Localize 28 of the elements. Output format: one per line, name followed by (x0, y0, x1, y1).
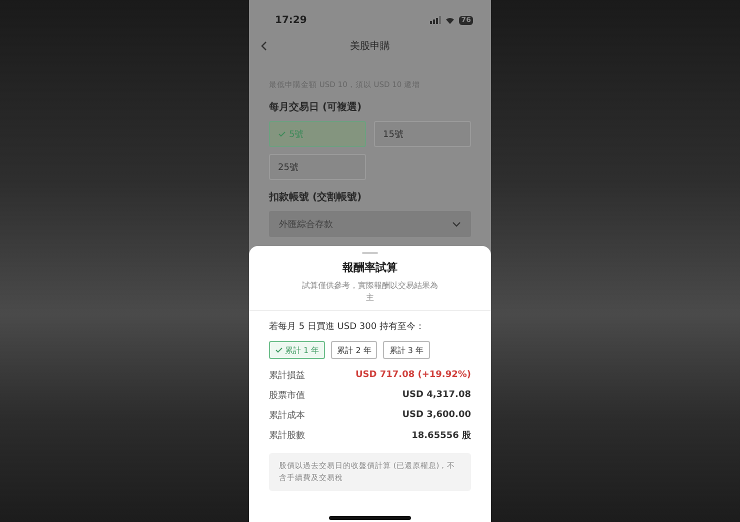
check-icon (275, 347, 283, 353)
result-label: 累計股數 (269, 430, 305, 442)
result-value: USD 717.08 (+19.92%) (355, 370, 471, 380)
status-time: 17:29 (275, 14, 307, 26)
result-value: USD 3,600.00 (402, 410, 471, 420)
trade-day-label: 每月交易日 (可複選) (269, 100, 363, 114)
wifi-icon (445, 16, 456, 24)
result-label: 股票市值 (269, 390, 305, 402)
result-label: 累計成本 (269, 410, 305, 422)
signal-icon (430, 16, 442, 24)
sheet-handle[interactable] (362, 252, 378, 254)
sheet-subtitle: 試算僅供參考，實際報酬以交易結果為主 (301, 280, 439, 304)
scenario-text: 若每月 5 日買進 USD 300 持有至今： (269, 320, 426, 333)
period-tab[interactable]: 累計 1 年 (269, 341, 326, 359)
result-label: 累計損益 (269, 370, 305, 382)
period-tab[interactable]: 累計 2 年 (331, 341, 378, 359)
check-icon (278, 131, 286, 137)
account-label: 扣款帳號 (交割帳號) (269, 190, 363, 204)
result-value: 18.65556 股 (412, 430, 471, 442)
back-icon[interactable] (261, 41, 267, 51)
day-option[interactable]: 15號 (374, 121, 471, 147)
page-title: 美股申購 (350, 40, 390, 53)
sheet-title: 報酬率試算 (342, 260, 398, 275)
period-tab[interactable]: 累計 3 年 (383, 341, 430, 359)
chevron-down-icon (452, 222, 461, 226)
day-option[interactable]: 25號 (269, 154, 366, 180)
result-value: USD 4,317.08 (402, 390, 471, 400)
account-dropdown[interactable]: 外匯綜合存款 (269, 211, 471, 237)
